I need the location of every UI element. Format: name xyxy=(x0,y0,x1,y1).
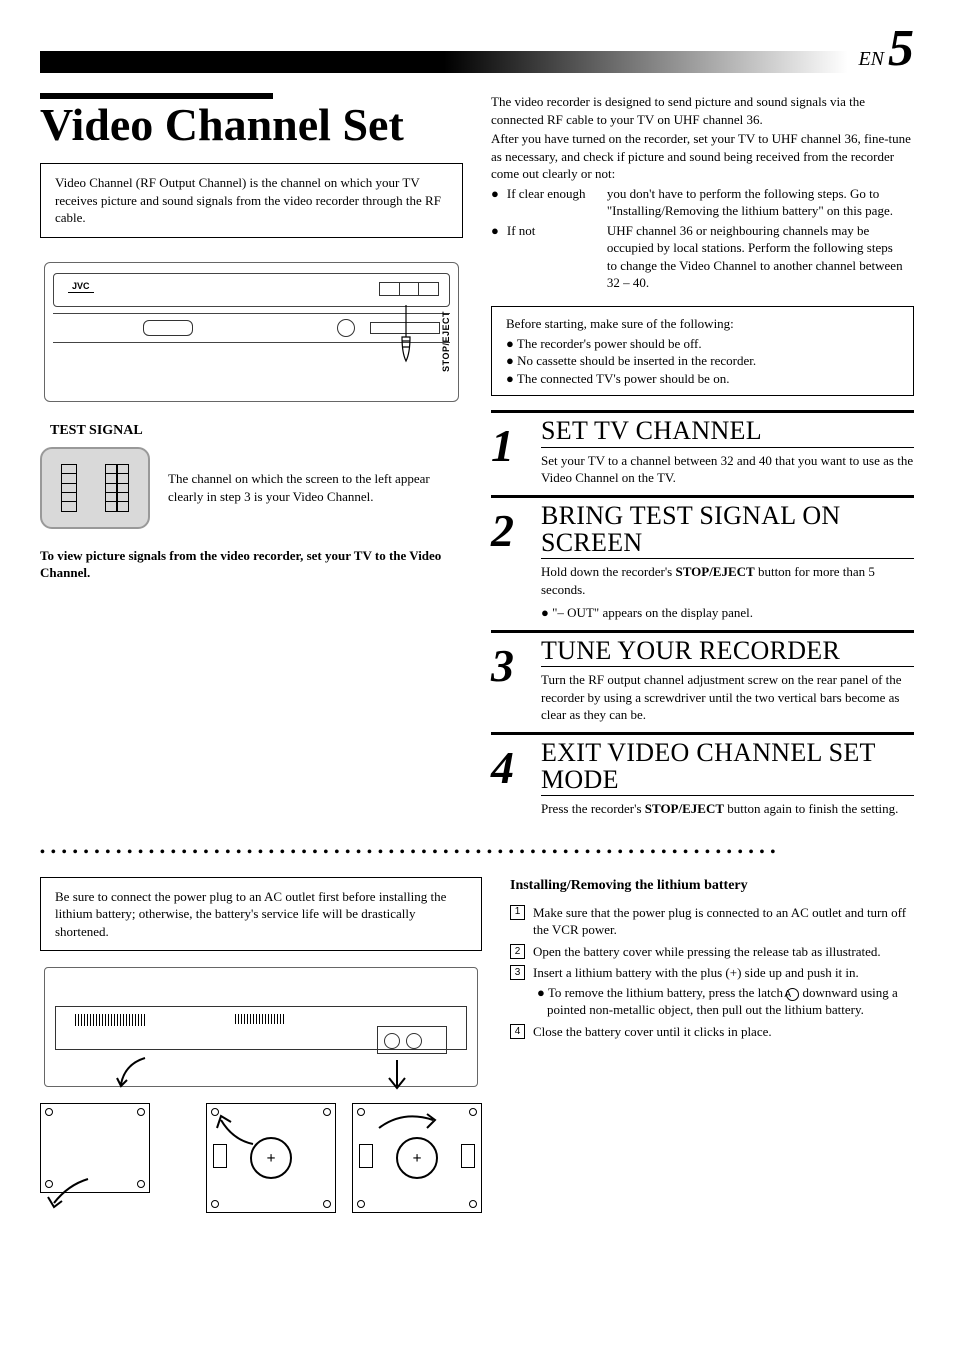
step-text-pre: Press the recorder's xyxy=(541,801,645,816)
step-number: 1 xyxy=(491,417,529,486)
tv-screen-icon xyxy=(40,447,150,529)
rear-connector-panel-icon xyxy=(377,1026,447,1054)
step-3: 3 TUNE YOUR RECORDER Turn the RF output … xyxy=(491,630,914,724)
vcr-transport-buttons-icon xyxy=(379,282,439,296)
battery-cover-open-icon xyxy=(40,1103,190,1213)
battery-step-text: Open the battery cover while pressing th… xyxy=(533,943,914,961)
prep-item: The connected TV's power should be on. xyxy=(506,370,899,388)
rear-vent-icon xyxy=(235,1014,285,1024)
test-bar-right-icon xyxy=(105,464,129,512)
header-gradient-bar xyxy=(40,51,848,73)
right-column: The video recorder is designed to send p… xyxy=(491,93,914,826)
battery-insert-icon xyxy=(206,1103,336,1213)
step-text: Press the recorder's STOP/EJECT button a… xyxy=(541,800,914,818)
battery-step-text: Make sure that the power plug is connect… xyxy=(533,904,914,939)
condition-list: ● If clear enough you don't have to perf… xyxy=(491,185,914,294)
page-title: Video Channel Set xyxy=(40,101,463,149)
arrow-down-icon xyxy=(115,1054,155,1099)
page-num: 5 xyxy=(888,28,914,70)
vcr-bottom-panel xyxy=(53,313,450,343)
step-text-post: button again to finish the setting. xyxy=(724,801,898,816)
lower-right-column: Installing/Removing the lithium battery … xyxy=(510,877,914,1214)
lower-left-column: Be sure to connect the power plug to an … xyxy=(40,877,482,1214)
step-1: 1 SET TV CHANNEL Set your TV to a channe… xyxy=(491,410,914,486)
battery-diagrams xyxy=(40,1103,482,1213)
step-text: Turn the RF output channel adjustment sc… xyxy=(541,671,914,724)
rear-vent-icon xyxy=(75,1014,145,1026)
step-number-box: 3 xyxy=(510,965,525,980)
step-number: 3 xyxy=(491,637,529,724)
test-signal-heading: TEST SIGNAL xyxy=(50,422,463,441)
step-number: 4 xyxy=(491,739,529,818)
circled-a-icon: A xyxy=(786,988,799,1001)
step-text-bold: STOP/EJECT xyxy=(645,801,724,816)
battery-sub-pre: To remove the lithium battery, press the… xyxy=(548,985,786,1000)
vcr-logo: JVC xyxy=(68,280,94,293)
vcr-dial-icon xyxy=(337,319,355,337)
test-signal-text: The channel on which the screen to the l… xyxy=(168,470,463,505)
battery-warning-box: Be sure to connect the power plug to an … xyxy=(40,877,482,952)
dot-divider-icon: ••••••••••••••••••••••••••••••••••••••••… xyxy=(40,844,914,863)
step-text-bold: STOP/EJECT xyxy=(675,564,754,579)
cond-clear-text: you don't have to perform the following … xyxy=(607,185,914,222)
step-text-pre: Hold down the recorder's xyxy=(541,564,675,579)
test-bar-left-icon xyxy=(61,464,77,512)
step-title: SET TV CHANNEL xyxy=(541,417,914,447)
step-bullet: "– OUT" appears on the display panel. xyxy=(541,604,914,622)
battery-remove-icon xyxy=(352,1103,482,1213)
right-intro-1: The video recorder is designed to send p… xyxy=(491,93,914,128)
battery-heading: Installing/Removing the lithium battery xyxy=(510,877,914,896)
intro-box: Video Channel (RF Output Channel) is the… xyxy=(40,163,463,238)
stop-eject-label: STOP/EJECT xyxy=(440,311,452,372)
bullet-icon: ● xyxy=(491,185,507,222)
cond-not-text: UHF channel 36 or neighbouring channels … xyxy=(607,222,914,294)
prep-item: The recorder's power should be off. xyxy=(506,335,899,353)
pointing-finger-icon xyxy=(398,303,414,363)
battery-step-text: Insert a lithium battery with the plus (… xyxy=(533,964,914,1019)
step-number-box: 4 xyxy=(510,1024,525,1039)
step-text: Hold down the recorder's STOP/EJECT butt… xyxy=(541,563,914,622)
vcr-top-panel: JVC xyxy=(53,273,450,307)
step-text: Set your TV to a channel between 32 and … xyxy=(541,452,914,487)
preparation-box: Before starting, make sure of the follow… xyxy=(491,306,914,396)
view-picture-note: To view picture signals from the video r… xyxy=(40,547,463,582)
vcr-cassette-door-icon xyxy=(143,320,193,336)
battery-steps: 1 Make sure that the power plug is conne… xyxy=(510,904,914,1041)
step-title: BRING TEST SIGNAL ON SCREEN xyxy=(541,502,914,560)
step-title: TUNE YOUR RECORDER xyxy=(541,637,914,667)
vcr-rear-illustration xyxy=(44,967,478,1087)
arrow-down-icon xyxy=(377,1058,417,1103)
battery-sub-bullet: To remove the lithium battery, press the… xyxy=(533,984,914,1019)
page-number: EN 5 xyxy=(858,28,914,73)
page-header: EN 5 xyxy=(40,28,914,73)
step-4: 4 EXIT VIDEO CHANNEL SET MODE Press the … xyxy=(491,732,914,818)
right-intro-2: After you have turned on the recorder, s… xyxy=(491,130,914,183)
test-signal-row: The channel on which the screen to the l… xyxy=(40,447,463,529)
cond-clear-label: If clear enough xyxy=(507,185,607,222)
step-number: 2 xyxy=(491,502,529,622)
step-number-box: 2 xyxy=(510,944,525,959)
prep-lead: Before starting, make sure of the follow… xyxy=(506,315,899,333)
step-2: 2 BRING TEST SIGNAL ON SCREEN Hold down … xyxy=(491,495,914,622)
page-lang: EN xyxy=(858,46,884,73)
left-column: Video Channel Set Video Channel (RF Outp… xyxy=(40,93,463,826)
cond-not-label: If not xyxy=(507,222,607,294)
prep-item: No cassette should be inserted in the re… xyxy=(506,352,899,370)
step-title: EXIT VIDEO CHANNEL SET MODE xyxy=(541,739,914,797)
vcr-front-illustration: JVC STOP/EJECT xyxy=(44,262,459,402)
battery-step-3-main: Insert a lithium battery with the plus (… xyxy=(533,965,859,980)
battery-step-text: Close the battery cover until it clicks … xyxy=(533,1023,914,1041)
step-number-box: 1 xyxy=(510,905,525,920)
bullet-icon: ● xyxy=(491,222,507,294)
